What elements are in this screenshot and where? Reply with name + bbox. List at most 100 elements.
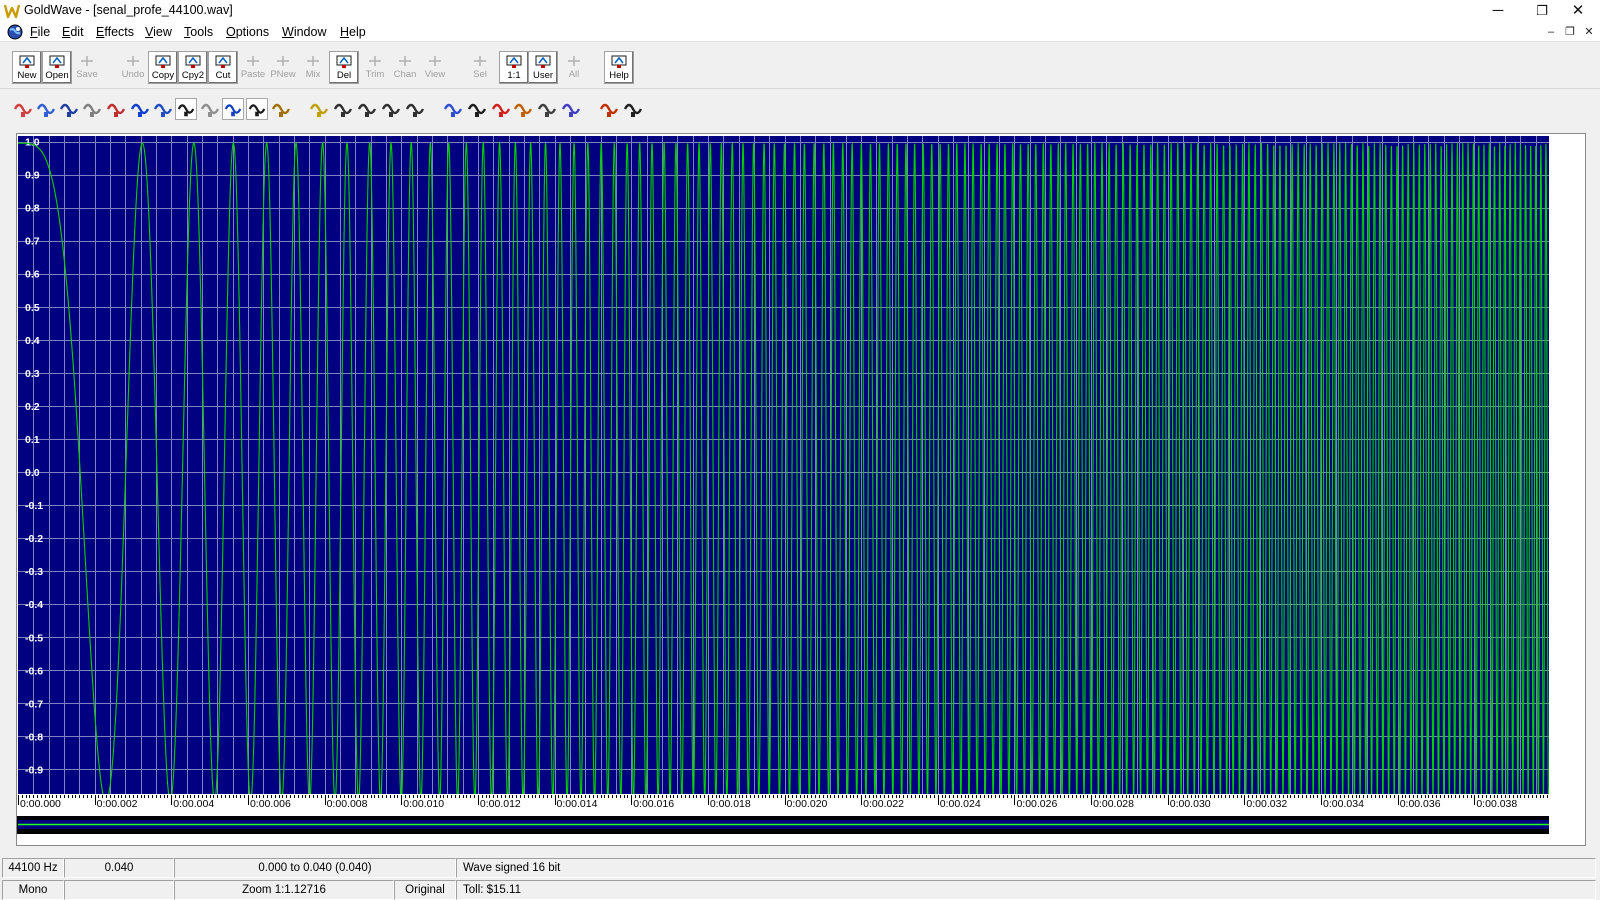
mix-button[interactable]: Mix xyxy=(298,51,328,84)
waveform-view[interactable]: 1.0 0.9 0.8 0.7 0.6 0.5 0.4 0.3 0.2 0.1 0.0 -0.1 -0.… xyxy=(16,133,1586,846)
copy2-icon xyxy=(185,55,201,68)
y-axis-label: 0.6 xyxy=(25,269,40,281)
spectrum-filter-icon[interactable] xyxy=(490,98,512,120)
open-icon xyxy=(49,55,65,68)
title-bar: GoldWave - [senal_profe_44100.wav] ─ ❐ ✕ xyxy=(0,0,1600,22)
menu-effects[interactable]: Effects xyxy=(96,25,134,39)
menu-tools[interactable]: Tools xyxy=(184,25,213,39)
y-axis-label: -0.3 xyxy=(25,566,43,578)
pitch-icon[interactable] xyxy=(308,98,330,120)
y-axis-label: -0.7 xyxy=(25,698,43,710)
paste-button[interactable]: Paste xyxy=(238,51,268,84)
time-label: 0:00.018 xyxy=(710,798,751,810)
smoother-icon[interactable] xyxy=(404,98,426,120)
cpy2-button[interactable]: Cpy2 xyxy=(178,51,208,84)
resample-icon[interactable] xyxy=(356,98,378,120)
right-gutter xyxy=(1549,136,1585,836)
toolbar-button-label: Chan xyxy=(393,69,417,80)
time-label: 0:00.026 xyxy=(1016,798,1057,810)
time-label: 0:00.022 xyxy=(863,798,904,810)
expression-evaluator-icon[interactable] xyxy=(622,98,644,120)
minimize-button[interactable]: ─ xyxy=(1476,0,1520,22)
echo-icon[interactable] xyxy=(105,98,127,120)
delete-icon xyxy=(336,55,352,68)
y-axis-label: -0.5 xyxy=(25,632,43,644)
close-button[interactable]: ✕ xyxy=(1556,0,1600,22)
user-button[interactable]: User xyxy=(528,51,558,84)
toolbar-button-label: Mix xyxy=(305,69,321,80)
help-button[interactable]: Help xyxy=(604,51,634,84)
time-label: 0:00.004 xyxy=(173,798,214,810)
y-axis-label: 0.0 xyxy=(25,467,40,479)
mdi-restore-button[interactable]: ❐ xyxy=(1563,25,1577,39)
mdi-minimize-button[interactable]: – xyxy=(1544,25,1558,39)
menu-help[interactable]: Help xyxy=(340,25,366,39)
parametric-eq-icon[interactable] xyxy=(512,98,534,120)
save-button[interactable]: Save xyxy=(72,51,102,84)
zoom-user-icon xyxy=(535,55,551,68)
main-toolbar: New Open Save Undo Copy Cpy2 Cut Paste PNew Mix De… xyxy=(0,43,1600,89)
open-button[interactable]: Open xyxy=(42,51,72,84)
time-label: 0:00.010 xyxy=(403,798,444,810)
time-label: 0:00.002 xyxy=(97,798,138,810)
toolbar-button-label: Paste xyxy=(240,69,266,80)
toolbar-button-label: Del xyxy=(336,70,352,81)
mdi-close-button[interactable]: ✕ xyxy=(1582,25,1596,39)
trim-button[interactable]: Trim xyxy=(360,51,390,84)
time-label: 0:00.030 xyxy=(1170,798,1211,810)
noise-reduction-icon[interactable] xyxy=(199,98,221,120)
menu-view[interactable]: View xyxy=(145,25,172,39)
mechanize-icon[interactable] xyxy=(175,98,197,120)
y-axis-label: -0.8 xyxy=(25,731,43,743)
marker-icon[interactable] xyxy=(598,98,620,120)
volume-change-icon[interactable] xyxy=(442,98,464,120)
document-globe-icon[interactable] xyxy=(7,24,23,40)
menu-file[interactable]: File xyxy=(30,25,50,39)
toolbar-button-label: Open xyxy=(45,70,69,81)
y-axis-label: 0.8 xyxy=(25,203,40,215)
y-axis-label: 0.3 xyxy=(25,368,40,380)
del-button[interactable]: Del xyxy=(329,51,359,84)
effects-toolbar xyxy=(0,92,1600,128)
all-button[interactable]: All xyxy=(559,51,589,84)
menu-window[interactable]: Window xyxy=(282,25,326,39)
sel-button[interactable]: Sel xyxy=(465,51,495,84)
y-axis-label: -0.6 xyxy=(25,665,43,677)
chan-button[interactable]: Chan xyxy=(390,51,420,84)
copy-button[interactable]: Copy xyxy=(148,51,178,84)
format-field: Wave signed 16 bit xyxy=(456,858,1596,878)
menu-edit[interactable]: Edit xyxy=(62,25,84,39)
invert-icon[interactable] xyxy=(152,98,174,120)
y-axis-label: -0.4 xyxy=(25,599,43,611)
y-axis-label: -0.9 xyxy=(25,764,43,776)
paste-new-icon xyxy=(277,56,289,66)
pnew-button[interactable]: PNew xyxy=(268,51,298,84)
time-label: 0:00.024 xyxy=(940,798,981,810)
playback-rate-icon[interactable] xyxy=(332,98,354,120)
pan-icon[interactable] xyxy=(270,98,292,120)
toolbar-button-label: Cpy2 xyxy=(181,70,205,81)
cut-button[interactable]: Cut xyxy=(208,51,238,84)
1-1-button[interactable]: 1:1 xyxy=(499,51,529,84)
reverse-icon[interactable] xyxy=(380,98,402,120)
original-field: Original xyxy=(394,880,456,900)
waveform-canvas[interactable]: 1.00.90.80.70.60.50.40.30.20.10.0-0.1-0.… xyxy=(17,134,1585,845)
y-axis-label: 0.2 xyxy=(25,401,40,413)
blank-status-field xyxy=(64,880,174,900)
bandpass-icon[interactable] xyxy=(536,98,558,120)
compressor-icon[interactable] xyxy=(35,98,57,120)
new-button[interactable]: New xyxy=(12,51,42,84)
y-axis-label: 0.1 xyxy=(25,434,40,446)
status-bar: 44100 Hz 0.040 0.000 to 0.040 (0.040) Wa… xyxy=(0,856,1600,900)
undo-button[interactable]: Undo xyxy=(118,51,148,84)
channel-mixer-icon[interactable] xyxy=(560,98,582,120)
volume-shape-icon[interactable] xyxy=(466,98,488,120)
offset-icon[interactable] xyxy=(222,98,244,120)
dynamics-icon[interactable] xyxy=(81,98,103,120)
menu-options[interactable]: Options xyxy=(226,25,269,39)
equalizer-icon[interactable] xyxy=(129,98,151,120)
view-button[interactable]: View xyxy=(420,51,450,84)
silence-icon[interactable] xyxy=(246,98,268,120)
auto-gain-icon[interactable] xyxy=(12,98,34,120)
doppler-icon[interactable] xyxy=(58,98,80,120)
